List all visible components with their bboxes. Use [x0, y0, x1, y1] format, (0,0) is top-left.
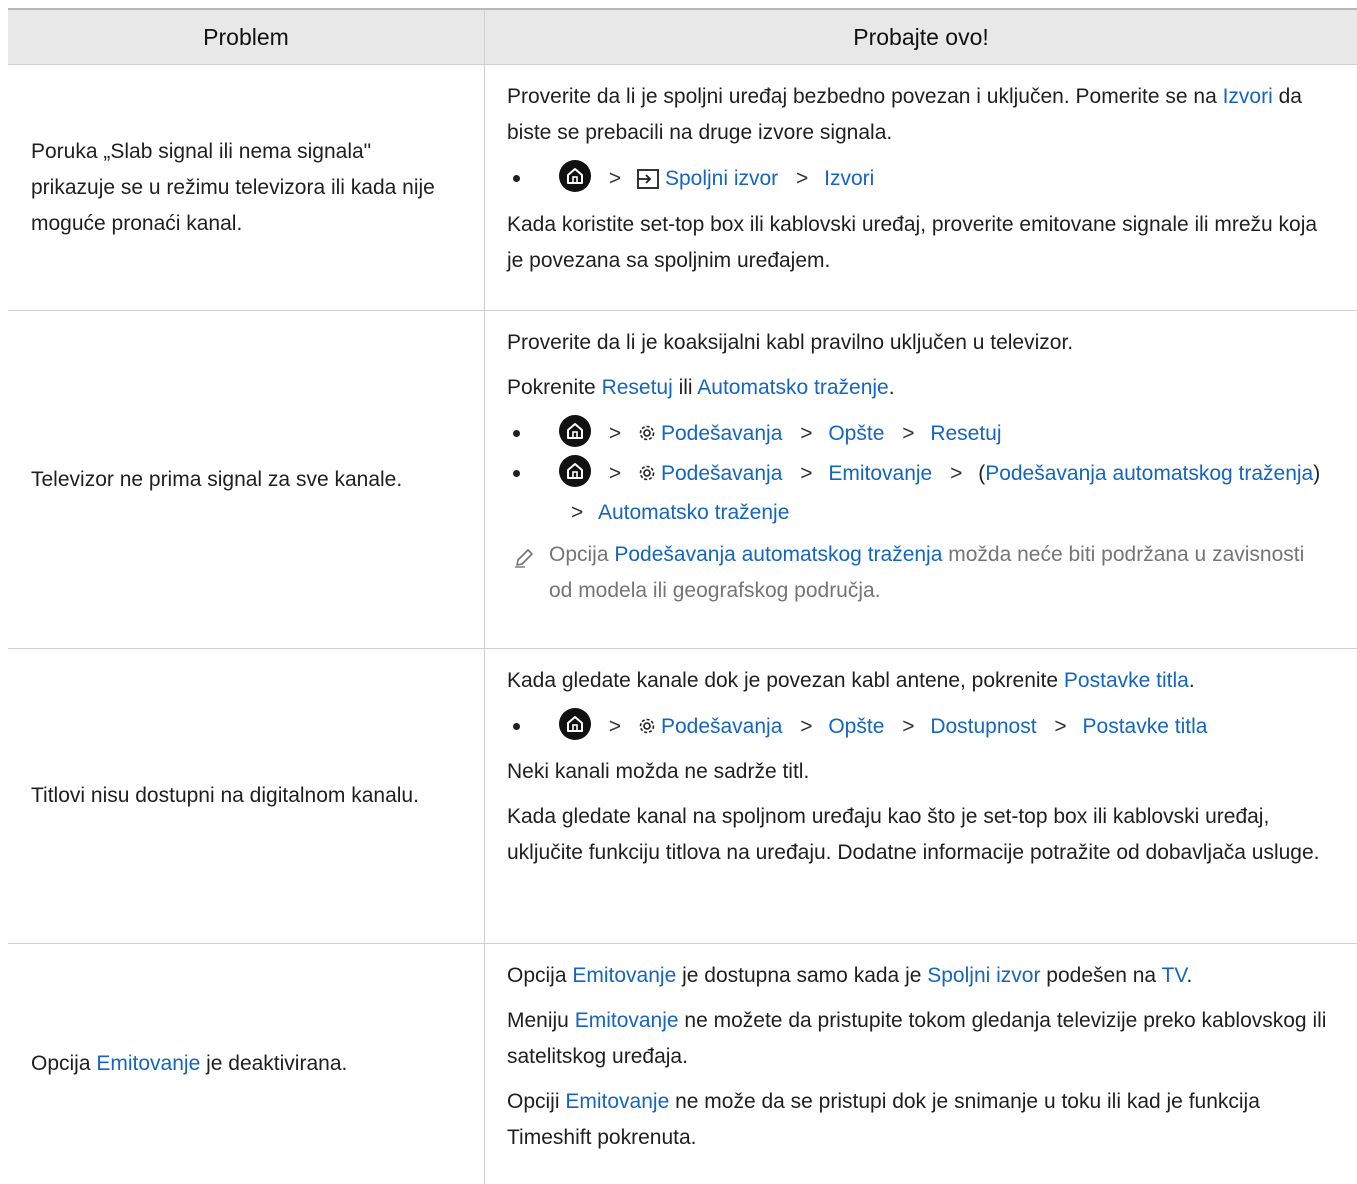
solution-cell: Proverite da li je koaksijalni kabl prav…	[485, 311, 1357, 648]
chevron-right-icon: >	[800, 462, 813, 485]
solution-paragraph: Kada gledate kanal na spoljnom uređaju k…	[507, 805, 1320, 864]
solution-paragraph: Pokrenite Resetuj ili Automatsko traženj…	[507, 376, 895, 399]
chevron-right-icon: >	[902, 422, 915, 445]
chevron-right-icon: >	[800, 715, 813, 738]
chevron-right-icon: >	[608, 462, 622, 485]
chevron-right-icon: >	[796, 167, 809, 190]
auto-tuning-link[interactable]: Automatsko traženje	[697, 376, 888, 399]
home-icon	[559, 415, 591, 447]
problem-text: Televizor ne prima signal za sve kanale.	[31, 467, 403, 491]
chevron-right-icon: >	[608, 167, 622, 190]
table-row: Titlovi nisu dostupni na digitalnom kana…	[8, 649, 1357, 944]
solution-cell: Kada gledate kanale dok je povezan kabl …	[485, 649, 1357, 943]
problem-text: Titlovi nisu dostupni na digitalnom kana…	[31, 784, 419, 807]
caption-settings-link[interactable]: Postavke titla	[1083, 715, 1208, 738]
table-row: Televizor ne prima signal za sve kanale.…	[8, 311, 1357, 649]
chevron-right-icon: >	[571, 501, 584, 524]
general-link[interactable]: Opšte	[828, 422, 884, 445]
problem-cell: Titlovi nisu dostupni na digitalnom kana…	[8, 649, 485, 943]
tv-link[interactable]: TV	[1162, 964, 1187, 987]
solution-paragraph: Opciji Emitovanje ne može da se pristupi…	[507, 1090, 1260, 1149]
accessibility-link[interactable]: Dostupnost	[930, 715, 1036, 738]
solution-cell: Opcija Emitovanje je dostupna samo kada …	[485, 944, 1357, 1184]
external-source-link[interactable]: Spoljni izvor	[927, 964, 1040, 987]
problem-cell: Televizor ne prima signal za sve kanale.	[8, 311, 485, 648]
external-source-link[interactable]: Spoljni izvor	[665, 167, 778, 190]
solution-paragraph: Neki kanali možda ne sadrže titl.	[507, 760, 810, 783]
solution-paragraph: Opcija Emitovanje je dostupna samo kada …	[507, 964, 1193, 987]
problem-cell: Poruka „Slab signal ili nema signala" pr…	[8, 65, 485, 310]
problem-text: Poruka „Slab signal ili nema signala" pr…	[31, 139, 435, 235]
solution-paragraph: Proverite da li je koaksijalni kabl prav…	[507, 331, 1074, 354]
settings-link[interactable]: Podešavanja	[661, 715, 782, 738]
broadcasting-link[interactable]: Emitovanje	[565, 1090, 669, 1113]
troubleshooting-table: Problem Probajte ovo! Poruka „Slab signa…	[8, 8, 1357, 1184]
table-row: Poruka „Slab signal ili nema signala" pr…	[8, 65, 1357, 311]
broadcasting-link[interactable]: Emitovanje	[828, 462, 932, 485]
home-icon	[559, 160, 591, 192]
solution-paragraph: Proverite da li je spoljni uređaj bezbed…	[507, 85, 1302, 144]
auto-tuning-settings-link[interactable]: Podešavanja automatskog traženja	[985, 462, 1313, 485]
gear-icon	[637, 459, 657, 495]
chevron-right-icon: >	[608, 422, 622, 445]
pencil-note-icon	[513, 545, 535, 581]
table-header: Problem Probajte ovo!	[8, 10, 1357, 65]
menu-path: > Podešavanja > Emitovanje > (Podešavanj…	[507, 455, 1327, 531]
caption-settings-link[interactable]: Postavke titla	[1064, 669, 1189, 692]
reset-link[interactable]: Resetuj	[602, 376, 673, 399]
settings-link[interactable]: Podešavanja	[661, 422, 782, 445]
solution-paragraph: Kada koristite set-top box ili kablovski…	[507, 213, 1318, 272]
chevron-right-icon: >	[1054, 715, 1067, 738]
menu-path: > Spoljni izvor > Izvori	[507, 160, 1327, 201]
solution-cell: Proverite da li je spoljni uređaj bezbed…	[485, 65, 1357, 310]
broadcasting-link[interactable]: Emitovanje	[96, 1052, 200, 1075]
menu-path: > Podešavanja > Opšte > Resetuj	[507, 415, 1327, 455]
sources-link[interactable]: Izvori	[1223, 85, 1273, 108]
general-link[interactable]: Opšte	[828, 715, 884, 738]
source-input-icon	[637, 165, 659, 201]
header-problem: Problem	[8, 10, 485, 64]
chevron-right-icon: >	[608, 715, 622, 738]
chevron-right-icon: >	[902, 715, 915, 738]
note-paragraph: Opcija Podešavanja automatskog traženja …	[507, 537, 1327, 609]
solution-paragraph: Meniju Emitovanje ne možete da pristupit…	[507, 1009, 1327, 1068]
solution-paragraph: Kada gledate kanale dok je povezan kabl …	[507, 669, 1195, 692]
problem-text: Opcija Emitovanje je deaktivirana.	[31, 1052, 348, 1075]
gear-icon	[637, 712, 657, 748]
home-icon	[559, 455, 591, 487]
auto-tuning-link[interactable]: Automatsko traženje	[598, 501, 789, 524]
sources-link[interactable]: Izvori	[824, 167, 874, 190]
broadcasting-link[interactable]: Emitovanje	[575, 1009, 679, 1032]
chevron-right-icon: >	[950, 462, 963, 485]
auto-tuning-settings-link[interactable]: Podešavanja automatskog traženja	[614, 543, 942, 566]
table-row: Opcija Emitovanje je deaktivirana. Opcij…	[8, 944, 1357, 1184]
gear-icon	[637, 419, 657, 455]
chevron-right-icon: >	[800, 422, 813, 445]
menu-path: > Podešavanja > Opšte > Dostupnost > Pos…	[507, 708, 1327, 748]
problem-cell: Opcija Emitovanje je deaktivirana.	[8, 944, 485, 1184]
broadcasting-link[interactable]: Emitovanje	[572, 964, 676, 987]
header-try-this: Probajte ovo!	[853, 23, 989, 50]
home-icon	[559, 708, 591, 740]
settings-link[interactable]: Podešavanja	[661, 462, 782, 485]
reset-link[interactable]: Resetuj	[930, 422, 1001, 445]
